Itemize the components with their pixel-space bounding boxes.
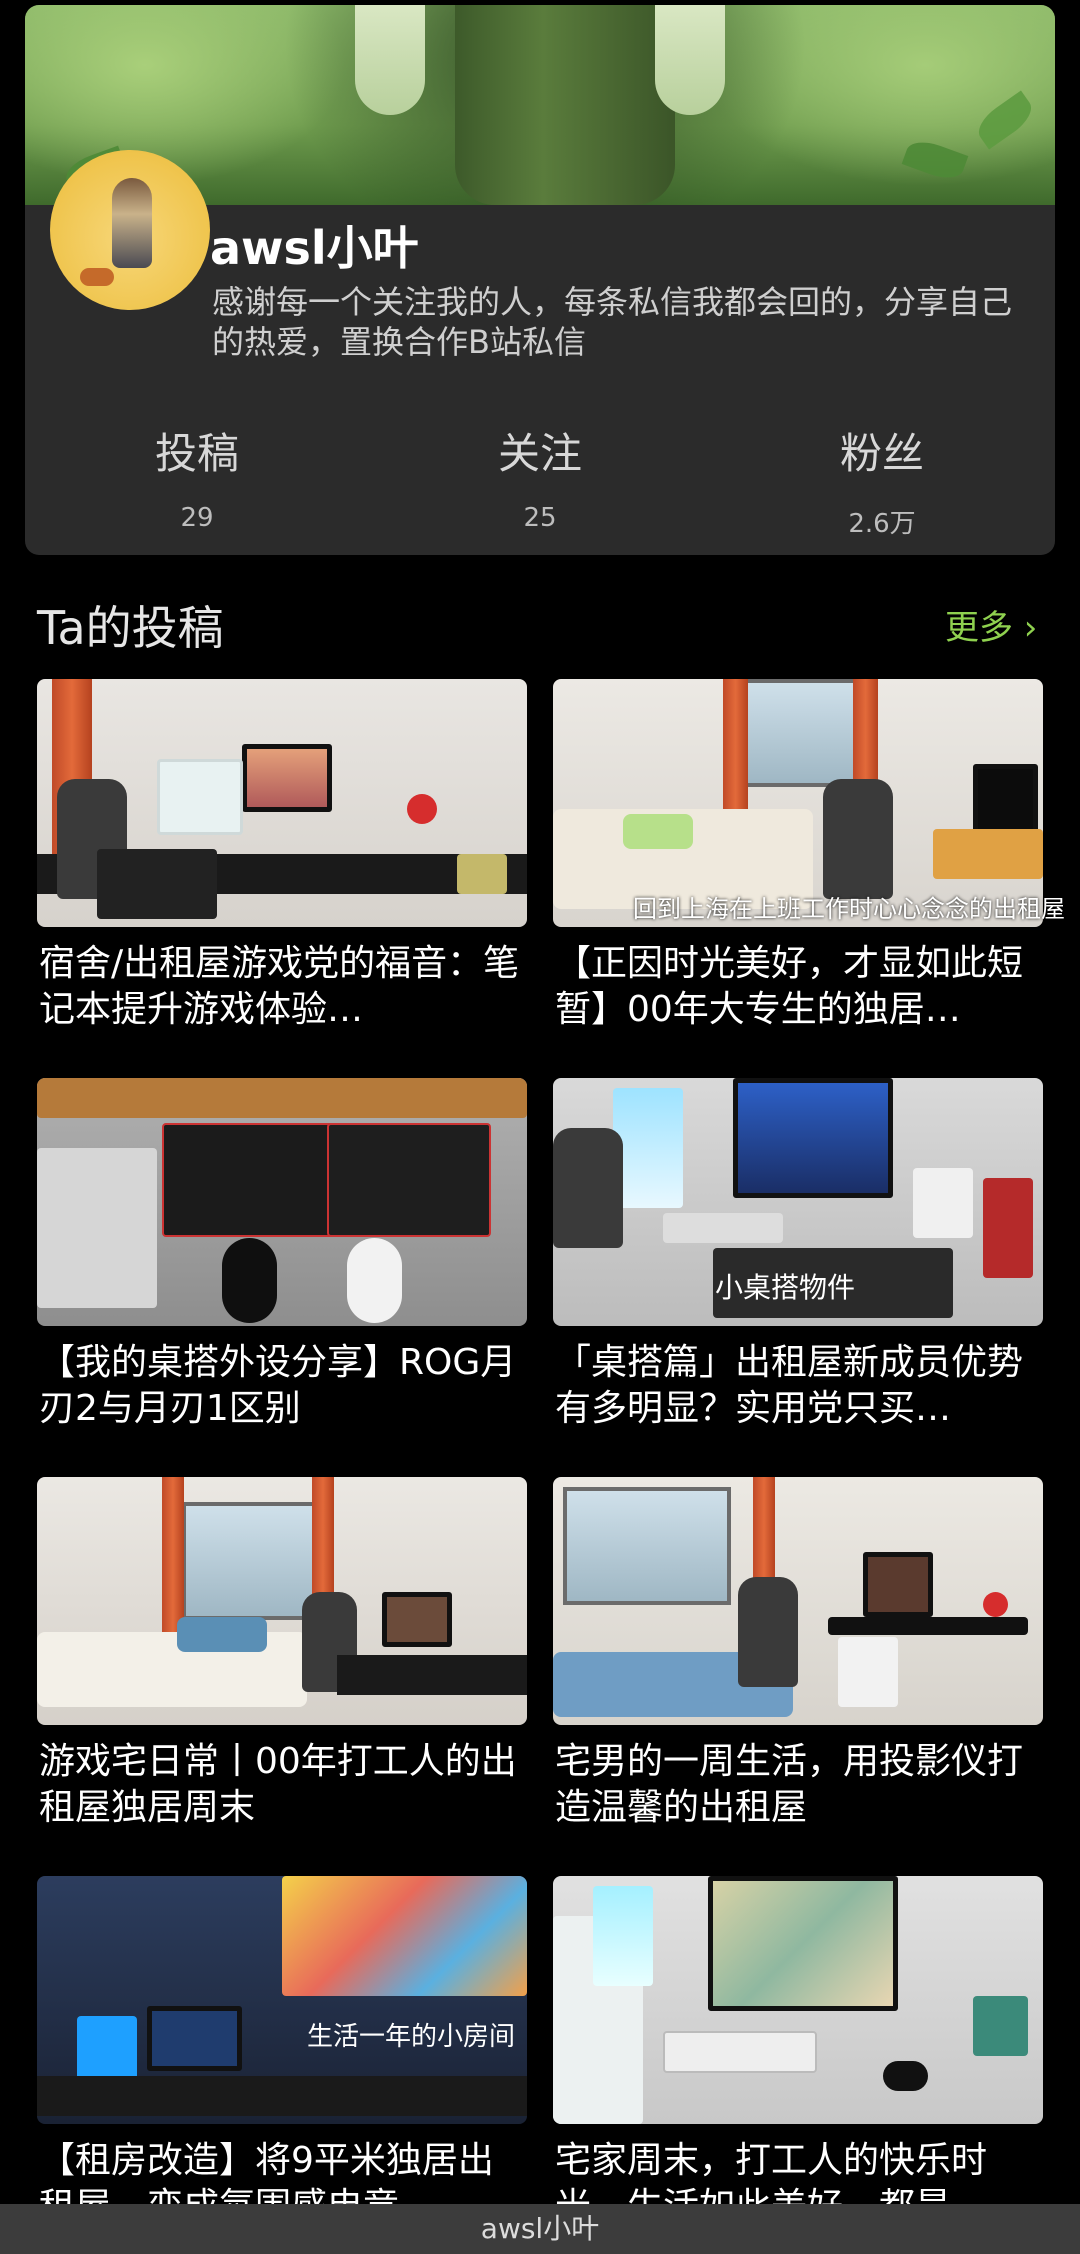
stat-label: 关注 (497, 429, 582, 478)
thumbnail-caption: 小桌搭物件 (715, 1271, 856, 1304)
profile-bio: 感谢每一个关注我的人，每条私信我都会回的，分享自己的热爱，置换合作B站私信 (212, 283, 1013, 361)
leaf-decoration (971, 90, 1039, 150)
video-card[interactable]: 宅男的一周生活，用投影仪打造温馨的出租屋 (553, 1477, 1043, 1847)
video-title[interactable]: 【我的桌搭外设分享】ROG月刃2与月刃1区别 (39, 1340, 527, 1432)
banner-tree-illustration (455, 5, 675, 205)
more-link[interactable]: 更多 › (945, 600, 1037, 649)
stat-label: 粉丝 (839, 429, 924, 478)
stat-value: 25 (523, 503, 557, 533)
section-title: Ta的投稿 (37, 601, 224, 655)
video-thumbnail[interactable] (553, 1477, 1043, 1725)
avatar-dog (80, 268, 114, 286)
video-title[interactable]: 【正因时光美好，才显如此短暂】00年大专生的独居… (555, 941, 1043, 1033)
video-thumbnail[interactable] (37, 1876, 527, 2124)
banner-figure-right (655, 5, 725, 115)
stat-label: 投稿 (154, 429, 239, 478)
video-thumbnail[interactable] (37, 1078, 527, 1326)
video-title[interactable]: 宅男的一周生活，用投影仪打造温馨的出租屋 (555, 1739, 1043, 1831)
video-title[interactable]: 宿舍/出租屋游戏党的福音：笔记本提升游戏体验… (39, 941, 527, 1033)
avatar-character (112, 178, 152, 268)
video-title[interactable]: 游戏宅日常丨00年打工人的出租屋独居周末 (39, 1739, 527, 1831)
video-thumbnail[interactable] (37, 1477, 527, 1725)
video-card[interactable]: 宅家周末，打工人的快乐时光，生活如此美好，都是… (553, 1876, 1043, 2246)
video-card[interactable]: 【我的桌搭外设分享】ROG月刃2与月刃1区别 (37, 1078, 527, 1448)
stat-videos[interactable]: 投稿 29 (97, 420, 297, 533)
username: awsl小叶 (210, 221, 419, 275)
bottom-title-bar: awsl小叶 (0, 2204, 1080, 2254)
stat-followers[interactable]: 粉丝 2.6万 (782, 420, 982, 540)
stat-value: 2.6万 (848, 509, 916, 539)
video-card[interactable]: 小桌搭物件 「桌搭篇」出租屋新成员优势有多明显？实用党只买… (553, 1078, 1043, 1448)
stat-value: 29 (180, 503, 214, 533)
video-title[interactable]: 「桌搭篇」出租屋新成员优势有多明显？实用党只买… (555, 1340, 1043, 1432)
avatar[interactable] (50, 150, 210, 310)
video-thumbnail[interactable] (37, 679, 527, 927)
video-card[interactable]: 宿舍/出租屋游戏党的福音：笔记本提升游戏体验… (37, 679, 527, 1049)
banner-figure-left (355, 5, 425, 115)
video-card[interactable]: 生活一年的小房间 【租房改造】将9平米独居出租屋，变成氛围感电竞… (37, 1876, 527, 2246)
video-card[interactable]: 游戏宅日常丨00年打工人的出租屋独居周末 (37, 1477, 527, 1847)
video-thumbnail[interactable] (553, 1876, 1043, 2124)
leaf-decoration (901, 135, 969, 185)
video-card[interactable]: 回到上海在上班工作时心心念念的出租屋 【正因时光美好，才显如此短暂】00年大专生… (553, 679, 1065, 1049)
thumbnail-caption: 回到上海在上班工作时心心念念的出租屋 (633, 895, 1065, 923)
stat-following[interactable]: 关注 25 (440, 420, 640, 533)
thumbnail-caption: 生活一年的小房间 (307, 2022, 516, 2052)
